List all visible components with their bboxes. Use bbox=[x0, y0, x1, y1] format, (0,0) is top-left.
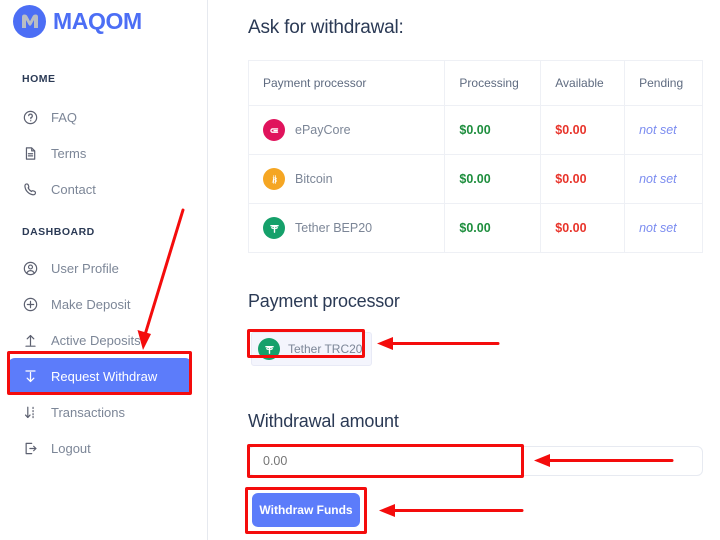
cell-available: $0.00 bbox=[540, 203, 626, 253]
user-circle-icon bbox=[22, 260, 39, 277]
cell-processing: $0.00 bbox=[444, 154, 542, 204]
page-title: Ask for withdrawal: bbox=[248, 17, 404, 38]
sidebar-item-label: Active Deposits bbox=[51, 332, 141, 348]
plus-circle-icon bbox=[22, 296, 39, 313]
epaycore-coin-icon bbox=[263, 119, 285, 141]
nav-section-home-label: HOME bbox=[22, 73, 56, 85]
sidebar-item-active-deposits[interactable]: Active Deposits bbox=[8, 322, 192, 358]
sidebar-item-request-withdraw[interactable]: Request Withdraw bbox=[8, 358, 192, 394]
cell-processor: B Bitcoin bbox=[247, 154, 446, 204]
sidebar-item-label: Make Deposit bbox=[51, 296, 131, 312]
sidebar-item-terms[interactable]: Terms bbox=[8, 135, 192, 171]
tether-coin-icon bbox=[263, 217, 285, 239]
cell-processing: $0.00 bbox=[444, 203, 542, 253]
table-row: B Bitcoin $0.00 $0.00 not set bbox=[247, 154, 703, 204]
sidebar-item-faq[interactable]: FAQ bbox=[8, 99, 192, 135]
cell-processor: ePayCore bbox=[247, 105, 446, 155]
table-header-row: Payment processor Processing Available P… bbox=[247, 60, 703, 106]
payment-processor-heading: Payment processor bbox=[248, 291, 400, 311]
column-header-available: Available bbox=[540, 60, 626, 106]
column-header-pending: Pending bbox=[624, 60, 703, 106]
sidebar-item-label: User Profile bbox=[51, 260, 119, 276]
download-arrow-icon bbox=[22, 368, 39, 385]
app-root: MAQOM HOME FAQ Terms Contact DASHBOARD U… bbox=[0, 0, 720, 540]
processor-name: ePayCore bbox=[295, 123, 351, 137]
cell-pending: not set bbox=[624, 154, 703, 204]
sidebar-item-logout[interactable]: Logout bbox=[8, 430, 192, 466]
withdrawal-amount-input[interactable] bbox=[248, 446, 703, 476]
phone-icon bbox=[22, 181, 39, 198]
selected-processor-label: Tether TRC20 bbox=[288, 342, 363, 356]
column-header-processing: Processing bbox=[444, 60, 542, 106]
logout-icon bbox=[22, 440, 39, 457]
cell-processing: $0.00 bbox=[444, 105, 542, 155]
table-row: ePayCore $0.00 $0.00 not set bbox=[247, 105, 703, 155]
brand-name: MAQOM bbox=[53, 8, 142, 34]
upload-arrow-icon bbox=[22, 332, 39, 349]
maqom-circle-m-logo-icon bbox=[13, 5, 46, 38]
brand-logo[interactable]: MAQOM bbox=[13, 5, 142, 38]
question-circle-icon bbox=[22, 109, 39, 126]
cell-processor: Tether BEP20 bbox=[247, 203, 446, 253]
sidebar-item-label: Request Withdraw bbox=[51, 368, 158, 384]
column-header-payment-processor: Payment processor bbox=[247, 60, 446, 106]
table-header: Payment processor Processing Available P… bbox=[247, 60, 703, 106]
sidebar-item-label: FAQ bbox=[51, 109, 78, 125]
tether-coin-icon bbox=[258, 338, 280, 360]
processor-name: Tether BEP20 bbox=[295, 221, 373, 235]
sidebar-item-transactions[interactable]: Transactions bbox=[8, 394, 192, 430]
transfer-arrows-icon bbox=[22, 404, 39, 421]
selected-processor-tether-trc20[interactable]: Tether TRC20 bbox=[251, 332, 373, 366]
sidebar: MAQOM HOME FAQ Terms Contact DASHBOARD U… bbox=[0, 0, 208, 540]
sidebar-item-make-deposit[interactable]: Make Deposit bbox=[8, 286, 192, 322]
sidebar-item-label: Logout bbox=[51, 440, 91, 456]
table-row: Tether BEP20 $0.00 $0.00 not set bbox=[247, 203, 703, 253]
table-body: ePayCore $0.00 $0.00 not set B Bitcoin $… bbox=[247, 105, 703, 253]
sidebar-item-label: Transactions bbox=[51, 404, 125, 420]
cell-pending: not set bbox=[624, 203, 703, 253]
cell-available: $0.00 bbox=[540, 154, 626, 204]
withdrawal-amount-heading: Withdrawal amount bbox=[248, 411, 399, 431]
nav-section-dashboard-label: DASHBOARD bbox=[22, 226, 95, 238]
sidebar-item-label: Terms bbox=[51, 145, 87, 161]
cell-available: $0.00 bbox=[540, 105, 626, 155]
withdraw-funds-button[interactable]: Withdraw Funds bbox=[252, 493, 360, 527]
withdrawal-balances-table: Payment processor Processing Available P… bbox=[247, 60, 703, 253]
cell-pending: not set bbox=[624, 105, 703, 155]
sidebar-item-user-profile[interactable]: User Profile bbox=[8, 250, 192, 286]
document-icon bbox=[22, 145, 39, 162]
sidebar-item-contact[interactable]: Contact bbox=[8, 171, 192, 207]
sidebar-item-label: Contact bbox=[51, 181, 96, 197]
bitcoin-coin-icon: B bbox=[263, 168, 285, 190]
processor-name: Bitcoin bbox=[295, 172, 333, 186]
